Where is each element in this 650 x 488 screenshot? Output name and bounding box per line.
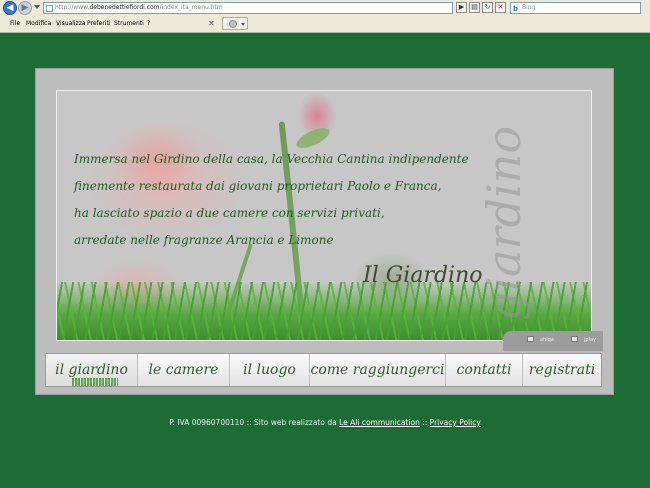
stop-icon[interactable]: ✕ [495,2,506,13]
browser-nav-row: ◀ ▶ http://www.debenedettiefiordi.com/in… [0,0,650,16]
nav-il-luogo[interactable]: il luogo [230,354,310,386]
nav-come-raggiungerci[interactable]: come raggiungerci [310,354,446,386]
close-icon[interactable]: ✕ [208,19,215,28]
section-title: Il Giardino [363,263,483,288]
language-bar: ahiqa jplay [503,331,603,351]
nav-contatti[interactable]: contatti [446,354,523,386]
footer: P. IVA 00960700110 :: Sito web realizzat… [0,418,650,427]
browser-chrome: ◀ ▶ http://www.debenedettiefiordi.com/in… [0,0,650,33]
tools-dropdown[interactable] [222,17,248,30]
flowers-decoration [72,378,118,386]
hero-text: Immersa nel Girdino della casa, la Vecch… [74,146,494,254]
nav-registrati[interactable]: registrati [523,354,601,386]
bing-icon: b [513,5,519,13]
language-link[interactable]: jplay [584,337,596,343]
address-prefix: http://www. [55,4,90,11]
hero-panel: giardino Immersa nel Girdino della casa,… [56,90,592,341]
search-placeholder: Bing [522,4,536,11]
search-box[interactable]: b Bing [510,2,641,14]
menu-visualizza[interactable]: Visualizza [56,20,86,27]
page-icon [46,5,53,12]
compatibility-icon[interactable]: ▤ [469,2,480,13]
main-nav: il giardino le camere il luogo come ragg… [45,353,602,387]
flag-icon[interactable] [571,336,578,342]
forward-arrow-icon[interactable]: ▶ [18,1,32,15]
menu-preferiti[interactable]: Preferiti [87,20,111,27]
history-dropdown-icon[interactable] [34,5,40,9]
menu-modifica[interactable]: Modifica [26,20,51,27]
address-domain: debenedettiefiordi.com [89,4,160,11]
agency-link[interactable]: Le Ali communication [339,418,420,427]
menu-file[interactable]: File [10,20,20,27]
privacy-policy-link[interactable]: Privacy Policy [430,418,481,427]
back-arrow-icon[interactable]: ◀ [3,1,17,15]
footer-separator: :: Sito web realizzato da [244,418,340,427]
address-bar[interactable]: http://www.debenedettiefiordi.com/index_… [43,2,453,14]
hero-line: ha lasciato spazio a due camere con serv… [74,206,385,220]
address-path: /index_ita_menu.htm [159,4,223,11]
footer-separator: :: [419,418,430,427]
menu-strumenti[interactable]: Strumenti [114,20,144,27]
flag-icon[interactable] [527,336,534,342]
footer-piva: P. IVA 00960700110 [169,418,245,427]
gear-icon [229,20,237,28]
language-link[interactable]: ahiqa [540,337,554,343]
hero-line: arredate nelle fragranze Arancia e Limon… [74,233,334,247]
browser-menu-bar: File Modifica Visualizza Preferiti Strum… [0,17,650,32]
menu-help[interactable]: ? [147,20,150,27]
hero-line: finemente restaurata dai giovani proprie… [74,179,442,193]
go-icon[interactable]: ▶ [456,2,467,13]
hero-line: Immersa nel Girdino della casa, la Vecch… [74,152,469,166]
refresh-icon[interactable]: ↻ [482,2,493,13]
nav-le-camere[interactable]: le camere [138,354,230,386]
site-frame: giardino Immersa nel Girdino della casa,… [35,68,614,395]
chevron-down-icon [241,23,245,26]
